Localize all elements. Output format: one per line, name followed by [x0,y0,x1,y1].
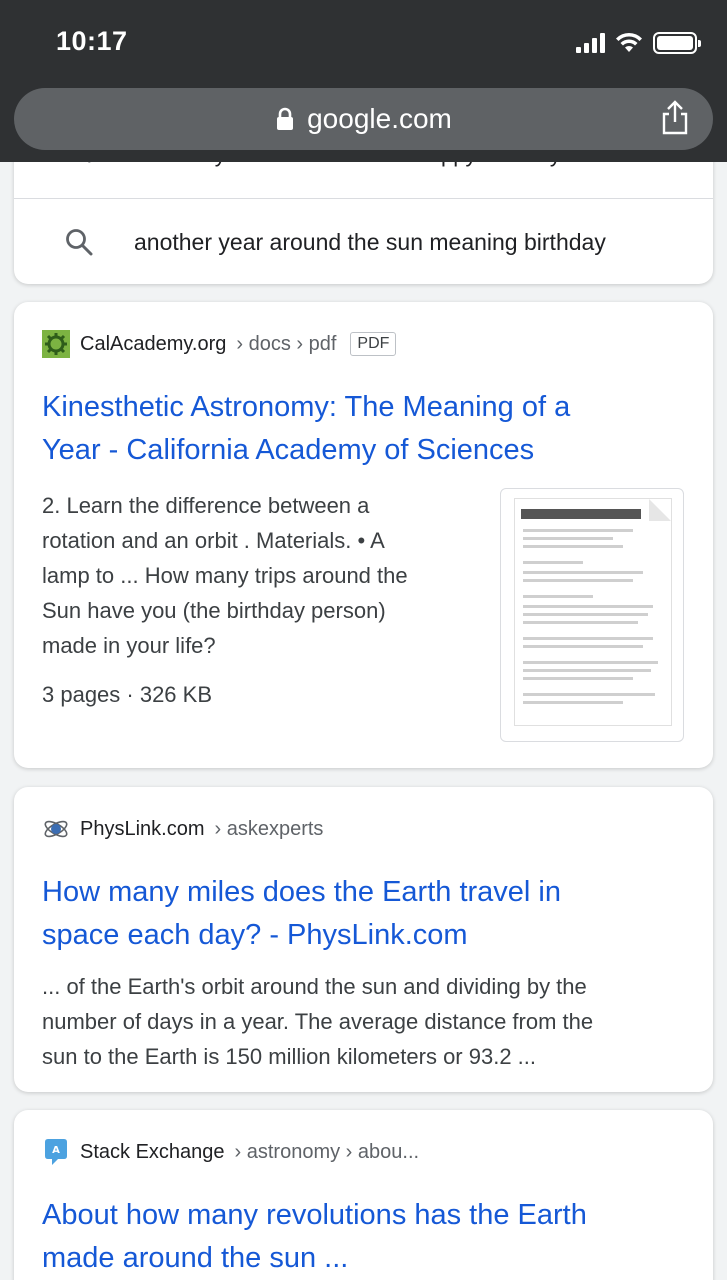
breadcrumb: › astronomy › abou... [234,1140,420,1163]
snippet-line: 2. Learn the difference between a [42,493,370,518]
stack-exchange-icon: A [42,1138,70,1166]
status-time: 10:17 [56,26,128,56]
snippet-line: sun to the Earth is 150 million kilomete… [42,1044,537,1069]
snippet-line: made in your life? [42,633,216,658]
file-meta: 3 pages · 326 KB [42,682,213,707]
related-search-label: another year around the sun meaning birt… [134,229,606,255]
lock-icon [277,107,294,130]
title-line: Year - California Academy of Sciences [42,434,535,466]
wifi-icon [616,32,642,52]
breadcrumb: › askexperts [214,817,324,840]
address-bar[interactable]: google.com [14,88,713,150]
result-source[interactable]: A Stack Exchange › astronomy › abou... [42,1138,419,1166]
share-icon[interactable] [659,100,691,136]
search-result-card: PhysLink.com › askexperts How many miles… [14,787,713,1092]
snippet-line: Sun have you (the birthday person) [42,598,386,623]
snippet-line: lamp to ... How many trips around the [42,563,408,588]
url-text: google.com [307,103,452,134]
search-icon [66,229,93,256]
snippet-line: rotation and an orbit . Materials. • A [42,528,385,553]
snippet-line: number of days in a year. The average di… [42,1009,594,1034]
title-line: About how many revolutions has the Earth [42,1199,587,1231]
result-title-link[interactable]: Kinesthetic Astronomy: The Meaning of a … [42,386,570,472]
title-line: How many miles does the Earth travel in [42,876,561,908]
site-name: CalAcademy.org [80,332,227,355]
title-line: Kinesthetic Astronomy: The Meaning of a [42,391,571,423]
title-line: space each day? - PhysLink.com [42,919,468,951]
battery-icon [653,32,701,54]
result-title-link[interactable]: About how many revolutions has the Earth… [42,1194,587,1280]
atom-icon [42,815,70,843]
document-preview [515,499,671,725]
related-search-item[interactable]: another year around the sun meaning birt… [14,199,713,284]
result-source[interactable]: PhysLink.com › askexperts [42,815,323,843]
signal-icon [576,33,605,53]
status-icons [576,32,701,54]
site-name: Stack Exchange [80,1140,225,1163]
thumb-title [521,509,641,519]
title-line: made around the sun ... [42,1242,349,1274]
svg-text:A: A [52,1145,60,1156]
pdf-badge: PDF [350,332,397,356]
gear-icon [42,330,70,358]
search-result-card: CalAcademy.org › docs › pdf PDF Kinesthe… [14,302,713,768]
search-result-card: A Stack Exchange › astronomy › abou... A… [14,1110,713,1280]
pdf-thumbnail[interactable] [500,488,684,742]
site-name: PhysLink.com [80,817,205,840]
result-title-link[interactable]: How many miles does the Earth travel in … [42,871,561,957]
snippet-line: ... of the Earth's orbit around the sun … [42,974,587,999]
breadcrumb: › docs › pdf [236,332,337,355]
result-source[interactable]: CalAcademy.org › docs › pdf PDF [42,330,397,358]
browser-chrome: 10:17 google.com [0,0,727,162]
result-snippet: ... of the Earth's orbit around the sun … [42,969,593,1074]
result-snippet: 2. Learn the difference between a rotati… [42,488,408,663]
